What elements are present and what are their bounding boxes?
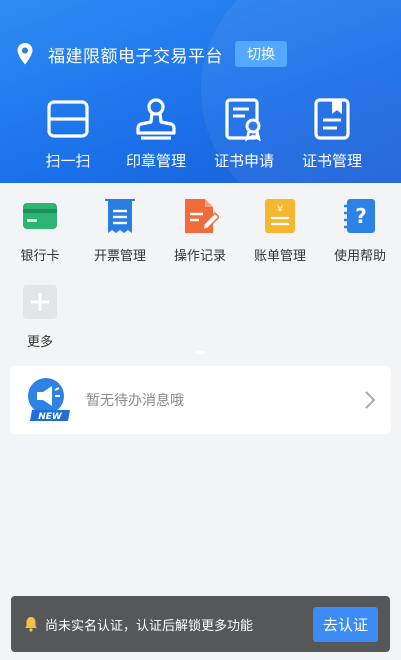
scan-icon xyxy=(47,100,89,138)
bill-icon: ¥ xyxy=(265,199,295,233)
bank-card-icon xyxy=(23,203,57,229)
location-title: 福建限额电子交易平台 xyxy=(48,46,223,67)
scan-label: 扫一扫 xyxy=(45,152,91,170)
scan-action[interactable]: 扫一扫 xyxy=(24,96,112,171)
function-grid: 银行卡 开票管理 操作记录 ¥ 账单管理 ? 使用帮助 更多 xyxy=(0,183,401,358)
certificate-manage-action[interactable]: 证书管理 xyxy=(288,96,376,171)
certificate-apply-label: 证书申请 xyxy=(213,152,274,170)
certificate-apply-action[interactable]: 证书申请 xyxy=(200,96,288,171)
invoice-icon xyxy=(105,199,135,233)
location-pin-icon xyxy=(17,43,33,65)
grid-item-bank-card[interactable]: 银行卡 xyxy=(0,197,80,264)
page-indicator xyxy=(196,351,205,354)
todo-message-card[interactable]: NEW 暂无待办消息哦 xyxy=(10,366,391,434)
help-icon: ? xyxy=(344,199,375,233)
location-row[interactable]: 福建限额电子交易平台 切换 xyxy=(16,40,287,68)
new-badge: NEW xyxy=(38,412,63,422)
seal-label: 印章管理 xyxy=(125,152,186,170)
header: 福建限额电子交易平台 切换 扫一扫 印章管理 证书申请 证书管理 xyxy=(0,0,401,183)
grid-label-more: 更多 xyxy=(26,335,53,350)
grid-item-more[interactable]: 更多 xyxy=(0,283,80,350)
top-actions: 扫一扫 印章管理 证书申请 证书管理 xyxy=(0,96,401,171)
switch-button[interactable]: 切换 xyxy=(235,41,287,67)
verify-banner: 尚未实名认证，认证后解锁更多功能 去认证 xyxy=(11,596,390,652)
bell-icon xyxy=(25,617,37,632)
chevron-right-icon xyxy=(365,391,376,409)
certificate-apply-icon xyxy=(225,98,261,142)
verify-text: 尚未实名认证，认证后解锁更多功能 xyxy=(45,618,254,634)
certificate-manage-icon xyxy=(314,98,350,140)
svg-text:¥: ¥ xyxy=(277,204,283,215)
grid-item-invoice[interactable]: 开票管理 xyxy=(80,197,160,264)
grid-label-invoice: 开票管理 xyxy=(93,249,146,264)
todo-message-text: 暂无待办消息哦 xyxy=(86,393,184,409)
verify-button[interactable]: 去认证 xyxy=(312,606,378,642)
svg-text:?: ? xyxy=(355,204,367,228)
seal-action[interactable]: 印章管理 xyxy=(112,96,200,171)
grid-label-bank-card: 银行卡 xyxy=(20,249,60,264)
grid-item-operation-record[interactable]: 操作记录 xyxy=(160,197,240,264)
certificate-manage-label: 证书管理 xyxy=(301,152,362,170)
seal-icon xyxy=(136,98,176,140)
plus-icon xyxy=(23,285,57,319)
operation-record-icon xyxy=(185,199,219,233)
megaphone-new-icon: NEW xyxy=(28,378,70,422)
grid-label-operation-record: 操作记录 xyxy=(173,249,226,264)
grid-item-help[interactable]: ? 使用帮助 xyxy=(320,197,400,264)
grid-label-help: 使用帮助 xyxy=(333,249,386,264)
grid-item-bill[interactable]: ¥ 账单管理 xyxy=(240,197,320,264)
grid-label-bill: 账单管理 xyxy=(253,249,306,264)
